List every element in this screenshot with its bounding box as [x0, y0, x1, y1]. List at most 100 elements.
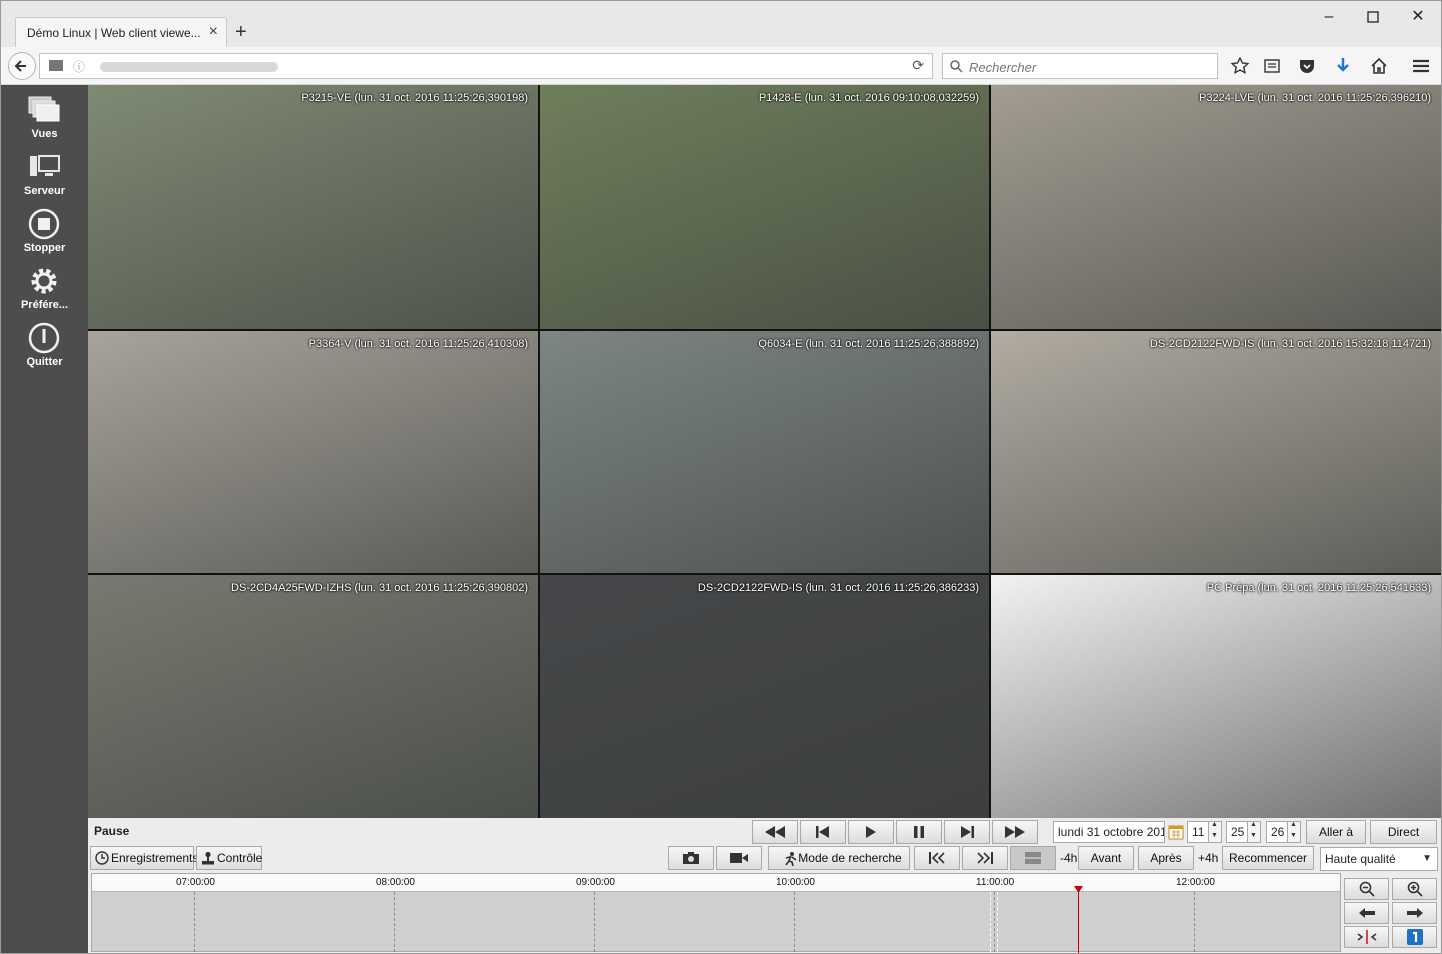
camera-tile[interactable]: PC Prépa (lun. 31 oct. 2016 11:25:26,541… [991, 575, 1441, 818]
playback-status: Pause [94, 824, 130, 838]
power-icon [28, 322, 60, 354]
new-tab-icon[interactable]: + [235, 21, 247, 43]
step-back-button[interactable] [800, 820, 846, 844]
back-button[interactable] [8, 52, 36, 80]
record-video-button[interactable] [716, 846, 762, 870]
camera-icon [683, 852, 699, 864]
zoom-in-button[interactable] [1392, 878, 1437, 900]
step-forward-button[interactable] [944, 820, 990, 844]
sidebar-item-quit[interactable]: Quitter [1, 318, 88, 374]
info-panel-icon [1406, 929, 1423, 945]
camera-caption: P3364-V (lun. 31 oct. 2016 11:25:26,4103… [308, 338, 528, 350]
tab-recordings[interactable]: Enregistrements [90, 846, 198, 870]
sidebar-item-label: Préfére... [20, 299, 69, 311]
minus-4h-label[interactable]: -4h [1060, 847, 1077, 869]
home-icon[interactable] [1370, 57, 1388, 75]
hour-spinner[interactable] [1208, 821, 1222, 843]
camera-tile[interactable]: P1428-E (lun. 31 oct. 2016 09:10:08,0322… [540, 85, 989, 329]
info-panel-button[interactable] [1392, 926, 1437, 948]
step-forward-icon [961, 826, 974, 838]
quality-select[interactable]: Haute qualité ▼ [1320, 847, 1438, 871]
fast-forward-button[interactable] [992, 820, 1038, 844]
camera-caption: Q6034-E (lun. 31 oct. 2016 11:25:26,3888… [758, 338, 979, 350]
timeline-toggle-icon [1025, 852, 1041, 864]
timeline-gridline [1194, 892, 1195, 952]
search-placeholder: Rechercher [969, 60, 1037, 75]
second-field[interactable]: 26 [1266, 821, 1288, 843]
restart-button[interactable]: Recommencer [1222, 846, 1314, 870]
url-bar[interactable]: ⓘ ⟳ [39, 53, 933, 79]
live-button[interactable]: Direct [1370, 820, 1437, 844]
timeline-playhead[interactable] [1078, 888, 1079, 953]
play-button[interactable] [848, 820, 894, 844]
pocket-icon[interactable] [1298, 57, 1316, 75]
timeline-gridline [194, 892, 195, 952]
fast-rewind-button[interactable] [752, 820, 798, 844]
hour-field[interactable]: 11 [1187, 821, 1209, 843]
search-input[interactable]: Rechercher [942, 53, 1218, 79]
playhead-marker-icon [1074, 886, 1083, 893]
timeline[interactable]: 07:00:00 08:00:00 09:00:00 10:00:00 11:0… [91, 873, 1341, 953]
sidebar-item-label: Serveur [24, 185, 65, 197]
tab-control[interactable]: Contrôle [196, 846, 262, 870]
timeline-tick: 08:00:00 [376, 877, 415, 888]
second-spinner[interactable] [1287, 821, 1301, 843]
camera-caption: PC Prépa (lun. 31 oct. 2016 11:25:26,541… [1206, 582, 1431, 594]
zoom-out-button[interactable] [1344, 878, 1389, 900]
sidebar-item-server[interactable]: Serveur [1, 147, 88, 203]
camera-tile[interactable]: DS-2CD4A25FWD-IZHS (lun. 31 oct. 2016 11… [88, 575, 538, 818]
sidebar-item-preferences[interactable]: Préfére... [1, 261, 88, 317]
sidebar-item-label: Vues [31, 128, 58, 140]
pan-right-button[interactable] [1392, 902, 1437, 924]
next-event-button[interactable] [962, 846, 1008, 870]
minute-spinner[interactable] [1247, 821, 1261, 843]
sidebar: Vues Serveur Stopper Préfére... Quitter [1, 85, 88, 953]
close-tab-icon[interactable]: × [209, 23, 218, 41]
reading-list-icon[interactable] [1263, 57, 1281, 75]
before-button[interactable]: Avant [1078, 846, 1134, 870]
info-icon[interactable]: ⓘ [73, 58, 85, 75]
close-window-icon[interactable]: ✕ [1408, 7, 1428, 27]
camera-tile[interactable]: DS-2CD2122FWD-IS (lun. 31 oct. 2016 15:3… [991, 331, 1441, 573]
menu-icon[interactable] [1412, 57, 1430, 75]
maximize-icon[interactable] [1363, 7, 1383, 30]
browser-window: Démo Linux | Web client viewe... × + – ✕… [0, 0, 1442, 954]
reload-icon[interactable]: ⟳ [912, 57, 924, 74]
title-bar: Démo Linux | Web client viewe... × + – ✕ [1, 1, 1441, 47]
center-cursor-button[interactable] [1344, 926, 1389, 948]
camera-tile[interactable]: DS-2CD2122FWD-IS (lun. 31 oct. 2016 11:2… [540, 575, 989, 818]
timeline-ruler: 07:00:00 08:00:00 09:00:00 10:00:00 11:0… [92, 874, 1340, 892]
timeline-selection[interactable] [990, 892, 998, 952]
camera-caption: P1428-E (lun. 31 oct. 2016 09:10:08,0322… [758, 92, 979, 104]
minimize-icon[interactable]: – [1319, 7, 1339, 27]
camera-tile[interactable]: Q6034-E (lun. 31 oct. 2016 11:25:26,3888… [540, 331, 989, 573]
timeline-toggle-button[interactable] [1010, 846, 1056, 870]
previous-event-button[interactable] [914, 846, 960, 870]
browser-tab[interactable]: Démo Linux | Web client viewe... × [15, 17, 227, 47]
goto-button[interactable]: Aller à [1306, 820, 1366, 844]
timeline-tick: 09:00:00 [576, 877, 615, 888]
timeline-gridline [394, 892, 395, 952]
download-icon[interactable] [1334, 57, 1352, 75]
after-button[interactable]: Après [1138, 846, 1194, 870]
camera-tile[interactable]: P3364-V (lun. 31 oct. 2016 11:25:26,4103… [88, 331, 538, 573]
bookmark-star-icon[interactable] [1231, 57, 1249, 75]
snapshot-button[interactable] [668, 846, 714, 870]
sidebar-item-views[interactable]: Vues [1, 90, 88, 146]
minute-field[interactable]: 25 [1226, 821, 1248, 843]
plus-4h-label[interactable]: +4h [1198, 847, 1218, 869]
camera-caption: DS-2CD2122FWD-IS (lun. 31 oct. 2016 11:2… [697, 582, 979, 594]
sidebar-item-label: Stopper [23, 242, 66, 254]
camera-tile[interactable]: P3215-VE (lun. 31 oct. 2016 11:25:26,390… [88, 85, 538, 329]
sidebar-item-stop[interactable]: Stopper [1, 204, 88, 260]
calendar-icon[interactable] [1168, 824, 1184, 840]
camera-tile[interactable]: P3224-LVE (lun. 31 oct. 2016 11:25:26,39… [991, 85, 1441, 329]
search-icon [950, 60, 963, 73]
search-mode-button[interactable]: Mode de recherche [768, 846, 910, 870]
pause-button[interactable] [896, 820, 942, 844]
pan-left-button[interactable] [1344, 902, 1389, 924]
fast-forward-icon [1005, 826, 1025, 838]
next-event-icon [977, 852, 993, 864]
quality-select-value: Haute qualité [1325, 852, 1396, 866]
date-field[interactable]: lundi 31 octobre 2016 [1053, 821, 1165, 843]
